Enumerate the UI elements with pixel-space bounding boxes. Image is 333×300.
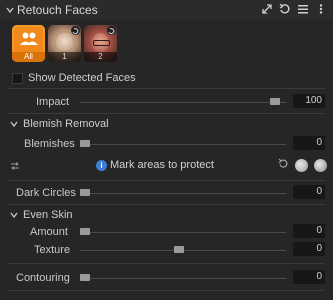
texture-label: Texture xyxy=(34,244,71,256)
amount-label: Amount xyxy=(30,226,68,238)
face-thumb-label: 1 xyxy=(48,52,81,62)
contouring-label: Contouring xyxy=(16,272,70,284)
face-thumb-label: 2 xyxy=(84,52,117,62)
glasses-shape xyxy=(93,40,110,46)
group-icon xyxy=(19,31,39,50)
swap-icon[interactable] xyxy=(10,161,20,173)
face-thumb-all[interactable]: All xyxy=(12,25,45,62)
divider xyxy=(8,263,325,264)
dark-circles-slider-knob[interactable] xyxy=(80,189,90,196)
blemish-removal-header[interactable]: Blemish Removal xyxy=(10,118,109,130)
mask-protect-text: Mark areas to protect xyxy=(110,159,214,171)
blemishes-slider-row: Blemishes 0 xyxy=(0,136,333,152)
amount-slider-row: Amount 0 xyxy=(0,224,333,240)
face-thumb-1[interactable]: 1 xyxy=(48,25,81,62)
menu-icon[interactable] xyxy=(297,3,309,15)
amount-slider-knob[interactable] xyxy=(80,228,90,235)
even-skin-title: Even Skin xyxy=(23,209,73,221)
show-detected-faces-toggle[interactable]: Show Detected Faces xyxy=(12,72,136,84)
dark-circles-slider-track[interactable] xyxy=(80,193,286,194)
show-detected-faces-checkbox[interactable] xyxy=(12,72,23,84)
divider xyxy=(8,204,325,205)
panel-header[interactable]: Retouch Faces xyxy=(0,0,333,20)
chevron-down-icon[interactable] xyxy=(6,5,14,17)
even-skin-header[interactable]: Even Skin xyxy=(10,209,73,221)
face-thumb-label: All xyxy=(12,52,45,62)
contouring-slider-track[interactable] xyxy=(80,278,286,279)
mask-protect-row: i Mark areas to protect xyxy=(0,157,333,175)
undo-icon[interactable] xyxy=(107,26,116,35)
divider xyxy=(8,88,325,89)
reset-icon[interactable] xyxy=(279,3,291,15)
texture-value-field[interactable]: 0 xyxy=(293,242,325,256)
amount-value-field[interactable]: 0 xyxy=(293,224,325,238)
blemish-removal-title: Blemish Removal xyxy=(23,118,109,130)
impact-slider-track[interactable] xyxy=(80,102,286,103)
impact-slider-knob[interactable] xyxy=(270,98,280,105)
blemishes-value-field[interactable]: 0 xyxy=(293,136,325,150)
more-icon[interactable] xyxy=(315,3,327,15)
face-thumb-2[interactable]: 2 xyxy=(84,25,117,62)
divider xyxy=(8,113,325,114)
info-icon: i xyxy=(96,160,107,171)
texture-slider-row: Texture 0 xyxy=(0,242,333,258)
show-detected-faces-label: Show Detected Faces xyxy=(28,72,136,84)
blemishes-slider-knob[interactable] xyxy=(80,140,90,147)
texture-slider-knob[interactable] xyxy=(174,246,184,253)
panel-title: Retouch Faces xyxy=(17,3,98,17)
dark-circles-slider-row: Dark Circles 0 xyxy=(0,185,333,201)
face-image xyxy=(56,33,73,53)
impact-slider-row: Impact 100 xyxy=(0,94,333,110)
amount-slider-track[interactable] xyxy=(80,232,286,233)
contouring-value-field[interactable]: 0 xyxy=(293,270,325,284)
impact-value-field[interactable]: 100 xyxy=(293,94,325,108)
contouring-slider-knob[interactable] xyxy=(80,274,90,281)
erase-mask-icon[interactable] xyxy=(314,158,327,172)
dark-circles-label: Dark Circles xyxy=(16,187,76,199)
reset-mask-icon[interactable] xyxy=(278,158,289,172)
blemishes-slider-track[interactable] xyxy=(80,144,286,145)
undo-icon[interactable] xyxy=(71,26,80,35)
divider xyxy=(8,180,325,181)
face-thumbnails: All 1 2 xyxy=(12,25,117,62)
dark-circles-value-field[interactable]: 0 xyxy=(293,185,325,199)
contouring-slider-row: Contouring 0 xyxy=(0,270,333,286)
divider xyxy=(8,290,325,291)
blemishes-label: Blemishes xyxy=(24,138,75,150)
add-mask-icon[interactable] xyxy=(295,158,308,172)
impact-label: Impact xyxy=(36,96,70,108)
retouch-faces-panel: Retouch Faces All 1 2 Show Detected Face… xyxy=(0,0,333,300)
expand-icon[interactable] xyxy=(261,3,273,15)
